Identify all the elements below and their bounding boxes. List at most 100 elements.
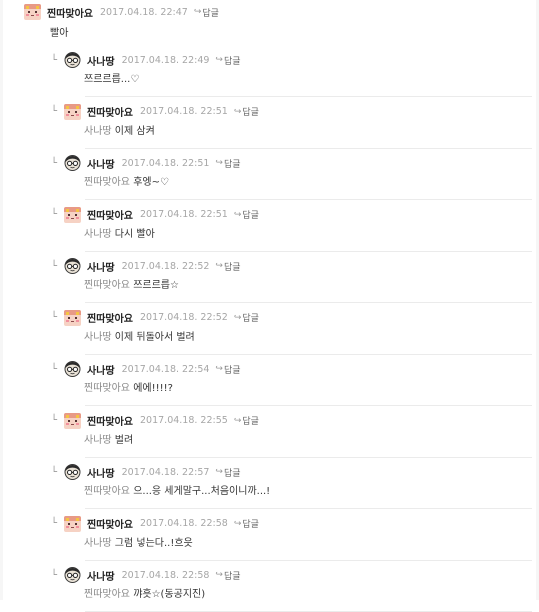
- reply-button[interactable]: ↪ 답글: [215, 157, 240, 170]
- comment-body: 쯔르르릅☆: [133, 280, 179, 291]
- reply-comment: └ 사나땅 2017.04.18. 22:51 ↪ 답글 찐따맞아요 후엥~♡: [51, 149, 532, 200]
- reply-arrow-icon: ↪: [215, 467, 223, 477]
- reply-button[interactable]: ↪ 답글: [215, 466, 240, 479]
- reply-button[interactable]: ↪ 답글: [215, 569, 240, 582]
- avatar[interactable]: [64, 258, 81, 274]
- avatar[interactable]: [64, 567, 81, 583]
- reply-button[interactable]: ↪ 답글: [215, 363, 240, 376]
- reply-button[interactable]: ↪ 답글: [215, 260, 240, 273]
- avatar[interactable]: [64, 155, 81, 171]
- comment-author[interactable]: 찐따맞아요: [87, 413, 133, 428]
- reply-indent-icon: └: [51, 363, 58, 375]
- comment-date: 2017.04.18. 22:54: [121, 363, 210, 375]
- avatar[interactable]: [64, 412, 81, 429]
- comment-author[interactable]: 사나땅: [87, 568, 115, 583]
- reply-label: 답글: [223, 159, 241, 170]
- comment-header: └ 찐따맞아요 2017.04.18. 22:52 ↪ 답글: [51, 309, 259, 326]
- comment-header: └ 찐따맞아요 2017.04.18. 22:51 ↪ 답글: [51, 206, 259, 223]
- comment-author[interactable]: 사나땅: [87, 465, 115, 480]
- reply-arrow-icon: ↪: [215, 261, 223, 271]
- comment-author[interactable]: 찐따맞아요: [47, 5, 93, 20]
- comment-header: └ 찐따맞아요 2017.04.18. 22:55 ↪ 답글: [51, 412, 259, 429]
- avatar[interactable]: [64, 52, 81, 68]
- mention-tag[interactable]: 사나땅: [84, 126, 112, 137]
- reply-arrow-icon: ↪: [193, 7, 202, 17]
- reply-indent-icon: └: [51, 518, 58, 529]
- reply-button[interactable]: ↪ 답글: [233, 208, 259, 222]
- mention-tag[interactable]: 찐따맞아요: [84, 486, 130, 497]
- reply-label: 답글: [242, 211, 259, 221]
- avatar[interactable]: [64, 309, 81, 326]
- comment-author[interactable]: 사나땅: [87, 53, 115, 68]
- comment-date: 2017.04.18. 22:51: [140, 106, 228, 117]
- comment-body: 벌려: [114, 434, 134, 446]
- reply-button[interactable]: ↪ 답글: [234, 517, 259, 531]
- comment-body: 이제 뒤돌아서 벌려: [114, 331, 195, 343]
- reply-indent-icon: └: [51, 312, 58, 323]
- comment-body: 후엥~♡: [133, 177, 169, 188]
- comment-header: └ 사나땅 2017.04.18. 22:51 ↪ 답글: [51, 155, 241, 171]
- reply-label: 답글: [242, 520, 259, 530]
- reply-button[interactable]: ↪ 답글: [215, 54, 240, 67]
- comment-body: 다시 빨아: [114, 228, 155, 240]
- reply-comment: └ 사나땅 2017.04.18. 22:57 ↪ 답글 찐따맞아요 으...응 세게말구…: [51, 458, 532, 509]
- reply-button[interactable]: ↪ 답글: [234, 311, 259, 325]
- comment-date: 2017.04.18. 22:55: [140, 415, 228, 426]
- reply-arrow-icon: ↪: [233, 415, 242, 426]
- comment-text: 사나땅 다시 빨아: [84, 225, 155, 240]
- mention-tag[interactable]: 사나땅: [84, 229, 112, 240]
- comment-date: 2017.04.18. 22:57: [121, 466, 210, 478]
- comment-text: 찐따맞아요 후엥~♡: [84, 173, 169, 188]
- avatar[interactable]: [64, 361, 81, 377]
- reply-label: 답글: [242, 417, 259, 427]
- reply-comment: └ 사나땅 2017.04.18. 22:49 ↪ 답글 쯔르르릅...♡: [51, 46, 532, 97]
- mention-tag[interactable]: 찐따맞아요: [84, 383, 130, 394]
- comment-text: 찐따맞아요 에에!!!!?: [84, 379, 173, 394]
- reply-arrow-icon: ↪: [233, 106, 242, 117]
- avatar[interactable]: [64, 464, 81, 480]
- comment-text: 쯔르르릅...♡: [84, 70, 139, 85]
- reply-arrow-icon: ↪: [215, 55, 223, 65]
- comment-author[interactable]: 사나땅: [87, 362, 115, 377]
- comment-date: 2017.04.18. 22:51: [140, 209, 228, 220]
- mention-tag[interactable]: 찐따맞아요: [84, 589, 130, 600]
- reply-label: 답글: [202, 8, 219, 19]
- avatar[interactable]: [64, 103, 81, 120]
- mention-tag[interactable]: 찐따맞아요: [84, 177, 130, 188]
- comment-author[interactable]: 찐따맞아요: [87, 516, 133, 531]
- comment-thread: 찐따맞아요 2017.04.18. 22:47 ↪ 답글 빨아 └ 사나땅 2017…: [0, 0, 539, 612]
- reply-button[interactable]: ↪ 답글: [194, 6, 219, 19]
- avatar[interactable]: [64, 206, 81, 223]
- reply-indent-icon: └: [51, 157, 58, 169]
- comment-header: └ 찐따맞아요 2017.04.18. 22:51 ↪ 답글: [51, 103, 259, 120]
- avatar[interactable]: [24, 4, 41, 20]
- comment-date: 2017.04.18. 22:52: [140, 312, 228, 323]
- comment-text: 사나땅 그럼 넣는다..!흐읏: [84, 534, 193, 549]
- comment-body: 쯔르르릅...♡: [84, 74, 140, 85]
- reply-label: 답글: [223, 56, 241, 67]
- mention-tag[interactable]: 사나땅: [84, 435, 112, 446]
- comment-text: 찐따맞아요 쯔르르릅☆: [84, 276, 179, 291]
- comment-author[interactable]: 사나땅: [87, 156, 115, 171]
- reply-indent-icon: └: [51, 54, 58, 66]
- mention-tag[interactable]: 사나땅: [84, 538, 112, 549]
- comment-author[interactable]: 찐따맞아요: [87, 207, 133, 222]
- comment-author[interactable]: 찐따맞아요: [87, 104, 133, 119]
- comment-author[interactable]: 사나땅: [87, 259, 115, 274]
- comment-author[interactable]: 찐따맞아요: [87, 310, 133, 325]
- reply-label: 답글: [242, 108, 259, 118]
- comment-text: 사나땅 이제 뒤돌아서 벌려: [84, 328, 195, 343]
- reply-label: 답글: [223, 571, 241, 582]
- reply-arrow-icon: ↪: [233, 209, 242, 220]
- comment-date: 2017.04.18. 22:47: [100, 6, 188, 18]
- comment-body: 으...응 세게말구...처음이니까...!: [133, 486, 271, 497]
- mention-tag[interactable]: 사나땅: [84, 332, 112, 343]
- reply-button[interactable]: ↪ 답글: [233, 414, 259, 428]
- comment-body: 꺄흣☆(동공지진): [133, 589, 206, 600]
- reply-indent-icon: └: [51, 209, 58, 220]
- reply-button[interactable]: ↪ 답글: [233, 105, 259, 119]
- reply-comment: └ 찐따맞아요 2017.04.18. 22:51 ↪ 답글사나땅 다시 빨아: [51, 201, 532, 252]
- mention-tag[interactable]: 찐따맞아요: [84, 280, 130, 291]
- comment-header: └ 사나땅 2017.04.18. 22:57 ↪ 답글: [51, 464, 241, 480]
- avatar[interactable]: [64, 515, 81, 532]
